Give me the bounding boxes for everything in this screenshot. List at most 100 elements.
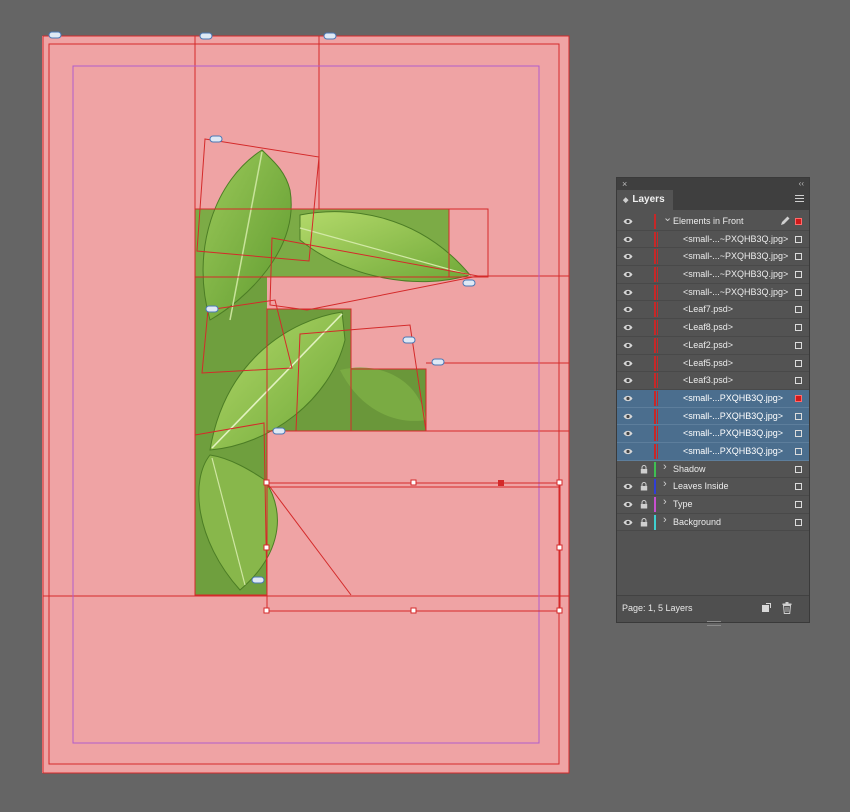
link-icon <box>431 358 445 366</box>
layer-color-swatch <box>657 231 658 247</box>
link-icon <box>323 32 337 40</box>
object-row[interactable]: <small-...~PXQHB3Q.jpg> <box>617 266 809 284</box>
layer-color-swatch <box>657 390 658 406</box>
panel-tab-bar: ◆ Layers <box>617 190 809 210</box>
pencil-icon <box>780 216 790 226</box>
selection-square[interactable] <box>795 465 802 473</box>
lock-icon[interactable] <box>640 500 648 509</box>
selection-square[interactable] <box>795 253 802 261</box>
eye-icon[interactable] <box>623 359 633 368</box>
eye-icon[interactable] <box>623 270 633 279</box>
new-layer-icon[interactable] <box>761 603 771 613</box>
layer-row[interactable]: › Leaves Inside <box>617 478 809 496</box>
layer-color-swatch <box>657 355 658 371</box>
leaves-inside-artwork[interactable] <box>195 149 471 595</box>
layer-color-swatch <box>654 231 656 247</box>
layer-color-swatch <box>654 497 656 512</box>
selection-square[interactable] <box>795 341 802 349</box>
layer-color-swatch <box>654 461 656 477</box>
panel-titlebar[interactable]: × ‹‹ <box>617 178 809 190</box>
layer-color-swatch <box>657 426 658 442</box>
chevron-right-icon[interactable]: › <box>663 479 667 490</box>
object-row[interactable]: <small-...~PXQHB3Q.jpg> <box>617 248 809 267</box>
selection-bounding-box[interactable] <box>263 479 563 614</box>
selection-square[interactable] <box>795 271 802 279</box>
eye-icon[interactable] <box>623 429 633 438</box>
selection-square[interactable] <box>795 324 802 332</box>
object-row[interactable]: <Leaf8.psd> <box>617 319 809 337</box>
layer-row-label: <Leaf7.psd> <box>683 304 734 315</box>
object-row[interactable]: <small-...PXQHB3Q.jpg> <box>617 442 809 461</box>
layer-row[interactable]: › Shadow <box>617 461 809 479</box>
object-row[interactable]: <small-...~PXQHB3Q.jpg> <box>617 231 809 249</box>
lock-icon[interactable] <box>640 517 648 527</box>
object-row[interactable]: <small-...~PXQHB3Q.jpg> <box>617 284 809 302</box>
selection-square[interactable] <box>795 412 802 420</box>
layer-row-label: <Leaf3.psd> <box>683 375 734 386</box>
layer-row-label: <small-...~PXQHB3Q.jpg> <box>683 286 789 297</box>
selection-square[interactable] <box>795 306 802 314</box>
layer-color-swatch <box>654 390 656 406</box>
selection-square[interactable] <box>795 501 802 508</box>
selection-square[interactable] <box>795 218 802 225</box>
eye-icon[interactable] <box>623 482 633 491</box>
eye-icon[interactable] <box>623 447 633 456</box>
layer-row-label: <small-...~PXQHB3Q.jpg> <box>683 269 789 280</box>
eye-icon[interactable] <box>623 235 633 244</box>
layer-row[interactable]: › Type <box>617 496 809 514</box>
layer-color-swatch <box>657 249 658 265</box>
layer-color-swatch <box>657 443 658 459</box>
layer-color-swatch <box>654 302 656 318</box>
layer-row[interactable]: › Background <box>617 514 809 532</box>
selection-square[interactable] <box>795 235 802 243</box>
layer-color-swatch <box>654 514 656 530</box>
eye-icon[interactable] <box>623 500 633 509</box>
object-row[interactable]: <small-...PXQHB3Q.jpg> <box>617 425 809 443</box>
collapse-panel-icon[interactable]: ‹‹ <box>799 178 804 190</box>
eye-icon[interactable] <box>623 288 633 297</box>
panel-resize-grip[interactable] <box>707 621 721 626</box>
object-row[interactable]: <small-...PXQHB3Q.jpg> <box>617 407 809 426</box>
layer-row[interactable]: ⌄ Elements in Front <box>617 213 809 231</box>
selection-square[interactable] <box>795 447 802 455</box>
selection-square[interactable] <box>795 430 802 438</box>
layer-color-swatch <box>657 302 658 318</box>
eye-icon[interactable] <box>623 376 633 385</box>
eye-icon[interactable] <box>623 217 633 226</box>
object-row[interactable]: <Leaf2.psd> <box>617 337 809 355</box>
layer-color-swatch <box>654 355 656 371</box>
panel-menu-icon[interactable] <box>795 195 804 203</box>
eye-icon[interactable] <box>623 341 633 350</box>
eye-icon[interactable] <box>623 412 633 421</box>
chevron-right-icon[interactable]: › <box>663 461 667 472</box>
object-row[interactable]: <small-...PXQHB3Q.jpg> <box>617 389 809 408</box>
object-row[interactable]: <Leaf7.psd> <box>617 301 809 320</box>
tab-layers[interactable]: ◆ Layers <box>617 190 673 210</box>
layer-row-label: Shadow <box>673 463 706 474</box>
object-row[interactable]: <Leaf3.psd> <box>617 372 809 390</box>
eye-icon[interactable] <box>623 518 633 527</box>
eye-icon[interactable] <box>623 252 633 261</box>
selection-square[interactable] <box>795 359 802 367</box>
close-icon[interactable]: × <box>622 178 627 190</box>
selection-square[interactable] <box>795 377 802 385</box>
selection-square[interactable] <box>795 518 802 526</box>
layer-color-swatch <box>654 267 656 283</box>
eye-icon[interactable] <box>623 323 633 332</box>
object-row[interactable]: <Leaf5.psd> <box>617 355 809 373</box>
chevron-right-icon[interactable]: › <box>663 514 667 525</box>
eye-icon[interactable] <box>623 394 633 403</box>
selection-square[interactable] <box>795 288 802 296</box>
resize-handle <box>410 607 417 614</box>
tab-options-icon: ◆ <box>623 197 629 204</box>
lock-icon[interactable] <box>640 482 648 491</box>
eye-icon[interactable] <box>623 305 633 314</box>
tab-label: Layers <box>632 194 665 205</box>
chevron-right-icon[interactable]: › <box>663 497 667 508</box>
chevron-down-icon[interactable]: ⌄ <box>663 213 672 224</box>
selection-square[interactable] <box>795 394 802 402</box>
resize-handle <box>556 544 563 551</box>
lock-icon[interactable] <box>640 464 648 474</box>
selection-square[interactable] <box>795 483 802 491</box>
trash-icon[interactable] <box>782 602 792 614</box>
